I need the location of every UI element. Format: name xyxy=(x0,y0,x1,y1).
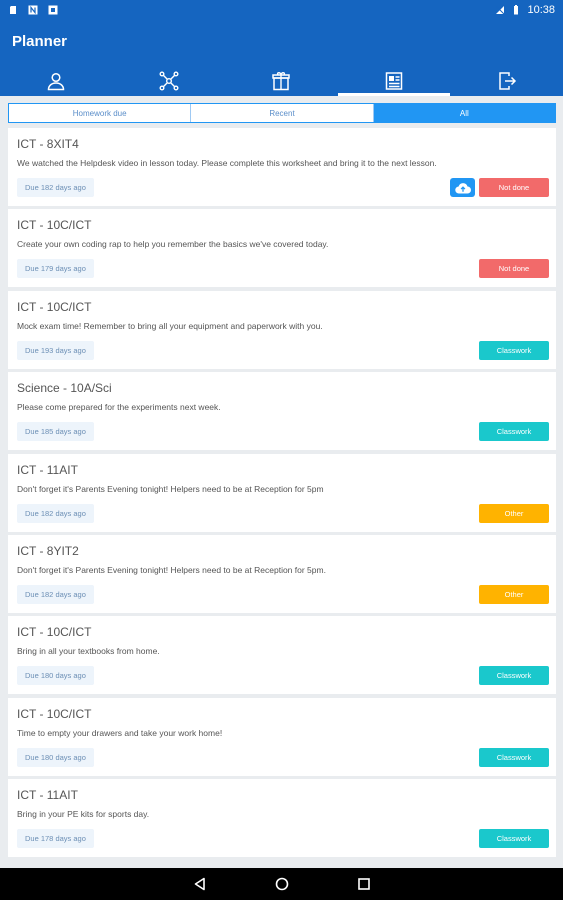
cloud-upload-icon xyxy=(454,182,471,194)
n-notification-icon xyxy=(28,5,38,15)
homework-description: Time to empty your drawers and take your… xyxy=(17,727,223,738)
status-button-classwork[interactable]: Classwork xyxy=(479,747,549,767)
tab-planner[interactable] xyxy=(337,65,451,96)
homework-description: Please come prepared for the experiments… xyxy=(17,402,221,413)
homework-card[interactable]: ICT - 10C/ICT Mock exam time! Remember t… xyxy=(8,290,556,369)
network-icon xyxy=(159,71,179,90)
homework-subject: ICT - 11AIT xyxy=(17,788,78,803)
due-badge: Due 182 days ago xyxy=(17,584,94,604)
due-badge: Due 180 days ago xyxy=(17,747,94,767)
homework-description: Mock exam time! Remember to bring all yo… xyxy=(17,320,323,331)
app-bar: Planner xyxy=(0,20,563,96)
tab-profile[interactable] xyxy=(0,65,113,96)
tab-bar xyxy=(0,65,563,96)
recents-icon[interactable] xyxy=(356,876,372,892)
due-badge: Due 185 days ago xyxy=(17,422,94,442)
homework-card[interactable]: ICT - 11AIT Don't forget it's Parents Ev… xyxy=(8,453,556,532)
homework-list: ICT - 8XIT4 We watched the Helpdesk vide… xyxy=(8,128,556,867)
due-badge: Due 180 days ago xyxy=(17,666,94,686)
homework-description: Bring in your PE kits for sports day. xyxy=(17,809,150,820)
homework-card[interactable]: ICT - 8YIT2 Don't forget it's Parents Ev… xyxy=(8,534,556,613)
person-icon xyxy=(48,72,65,90)
homework-card[interactable]: Science - 10A/Sci Please come prepared f… xyxy=(8,372,556,451)
homework-card[interactable]: ICT - 11AIT Bring in your PE kits for sp… xyxy=(8,779,556,858)
homework-description: Bring in all your textbooks from home. xyxy=(17,646,160,657)
filter-recent[interactable]: Recent xyxy=(191,104,374,122)
homework-description: Don't forget it's Parents Evening tonigh… xyxy=(17,483,324,494)
due-badge: Due 182 days ago xyxy=(17,503,94,523)
status-button-classwork[interactable]: Classwork xyxy=(479,666,549,686)
tab-gift[interactable] xyxy=(225,65,338,96)
sd-card-icon xyxy=(10,6,16,14)
due-badge: Due 179 days ago xyxy=(17,259,94,279)
homework-description: Don't forget it's Parents Evening tonigh… xyxy=(17,564,326,575)
filter-all[interactable]: All xyxy=(373,104,555,122)
battery-icon xyxy=(514,5,519,15)
gift-icon xyxy=(272,71,291,90)
homework-subject: ICT - 8YIT2 xyxy=(17,543,79,558)
homework-subject: Science - 10A/Sci xyxy=(17,381,112,396)
due-badge: Due 178 days ago xyxy=(17,829,94,849)
upload-button[interactable] xyxy=(450,178,475,197)
back-icon[interactable] xyxy=(192,876,208,892)
due-badge: Due 193 days ago xyxy=(17,340,94,360)
homework-card[interactable]: ICT - 10C/ICT Time to empty your drawers… xyxy=(8,697,556,776)
status-button-not-done[interactable]: Not done xyxy=(479,259,549,279)
planner-icon xyxy=(385,71,403,90)
status-button-classwork[interactable]: Classwork xyxy=(479,422,549,442)
status-button-classwork[interactable]: Classwork xyxy=(479,340,549,360)
home-icon[interactable] xyxy=(274,876,290,892)
exit-icon xyxy=(498,71,516,90)
app-title: Planner xyxy=(12,33,68,50)
signal-off-icon xyxy=(496,5,505,15)
download-notification-icon xyxy=(48,5,58,15)
status-time: 10:38 xyxy=(527,4,555,16)
homework-subject: ICT - 10C/ICT xyxy=(17,706,92,721)
homework-card[interactable]: ICT - 10C/ICT Bring in all your textbook… xyxy=(8,616,556,695)
tab-logout[interactable] xyxy=(450,65,563,96)
homework-subject: ICT - 11AIT xyxy=(17,462,78,477)
status-button-classwork[interactable]: Classwork xyxy=(479,829,549,849)
system-nav-bar xyxy=(0,868,563,900)
due-badge: Due 182 days ago xyxy=(17,178,94,197)
filter-segmented-control: Homework due Recent All xyxy=(8,103,556,123)
homework-card[interactable]: ICT - 10C/ICT Create your own coding rap… xyxy=(8,209,556,288)
status-bar: 10:38 xyxy=(0,0,563,20)
status-button-other[interactable]: Other xyxy=(479,584,549,604)
homework-description: Create your own coding rap to help you r… xyxy=(17,239,329,250)
status-bar-notifications xyxy=(8,5,58,15)
tab-network[interactable] xyxy=(113,65,226,96)
homework-subject: ICT - 8XIT4 xyxy=(17,137,79,151)
homework-card[interactable]: ICT - 8XIT4 We watched the Helpdesk vide… xyxy=(8,128,556,206)
status-bar-system: 10:38 xyxy=(495,4,555,16)
homework-description: We watched the Helpdesk video in lesson … xyxy=(17,158,437,168)
status-button-other[interactable]: Other xyxy=(479,503,549,523)
homework-subject: ICT - 10C/ICT xyxy=(17,299,92,314)
homework-subject: ICT - 10C/ICT xyxy=(17,218,92,233)
filter-homework-due[interactable]: Homework due xyxy=(9,104,192,122)
status-button-not-done[interactable]: Not done xyxy=(479,178,549,197)
homework-subject: ICT - 10C/ICT xyxy=(17,625,92,640)
